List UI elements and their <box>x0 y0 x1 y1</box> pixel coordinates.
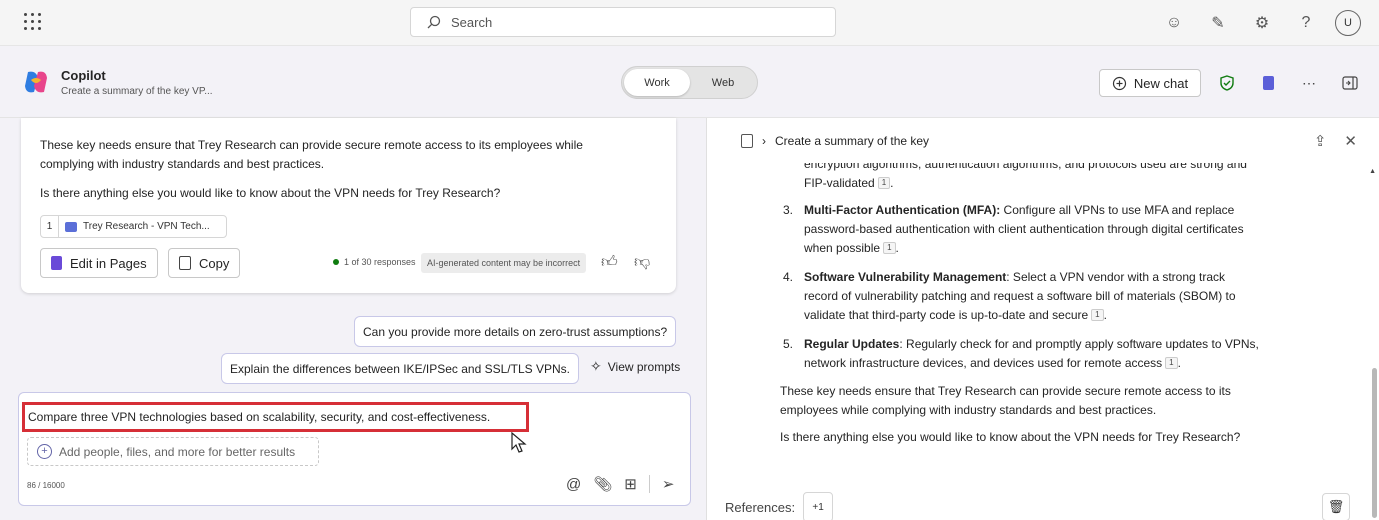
followup-question: Is there anything else you would like to… <box>780 430 1241 444</box>
copilot-response-card: These key needs ensure that Trey Researc… <box>21 118 676 293</box>
response-paragraph-1: These key needs ensure that Trey Researc… <box>40 138 583 171</box>
response-paragraph-2: Is there anything else you would like to… <box>40 186 501 200</box>
help-icon[interactable]: ? <box>1291 9 1321 37</box>
fip-line: FIP-validated 1. <box>804 176 894 190</box>
thumbs-down-icon[interactable]: 👎︎ <box>634 253 650 272</box>
list-item-mfa-line3: when possible 1. <box>804 241 899 255</box>
list-number-3: 3. <box>783 203 794 217</box>
feedback-smiley-icon[interactable]: ☺ <box>1159 9 1189 37</box>
toggle-web[interactable]: Web <box>690 69 756 96</box>
avatar[interactable]: U <box>1335 10 1361 36</box>
list-item-updates: Regular Updates: Regularly check for and… <box>804 337 1259 351</box>
add-context-button[interactable]: + Add people, files, and more for better… <box>27 437 319 466</box>
mouse-cursor-icon <box>511 431 527 459</box>
copilot-logo-icon <box>25 71 47 93</box>
status-dot-icon <box>333 259 339 265</box>
citation-number: 1 <box>41 216 59 237</box>
notebook-icon <box>741 134 753 148</box>
list-number-4: 4. <box>783 270 794 284</box>
add-context-label: Add people, files, and more for better r… <box>59 444 296 459</box>
app-header: Copilot Create a summary of the key VP..… <box>0 46 1379 118</box>
scrollbar-thumb[interactable] <box>1372 368 1377 518</box>
citation-ref[interactable]: 1 <box>877 177 891 189</box>
view-prompts-button[interactable]: ✧ View prompts <box>590 358 680 375</box>
new-chat-button[interactable]: New chat <box>1099 69 1201 97</box>
work-web-toggle[interactable]: Work Web <box>621 66 758 99</box>
toggle-work[interactable]: Work <box>624 69 690 96</box>
references-row: References: +1 <box>725 492 834 520</box>
pages-icon[interactable] <box>1257 72 1279 94</box>
references-more-button[interactable]: +1 <box>803 492 834 520</box>
list-item-vuln-line2: record of vulnerability patching and req… <box>804 289 1236 303</box>
pane-content: encryption algorithms, authentication al… <box>707 154 1379 474</box>
more-options-icon[interactable]: ⋯ <box>1298 72 1320 94</box>
side-panel-icon[interactable] <box>1339 72 1361 94</box>
app-launcher-icon[interactable] <box>24 13 42 31</box>
citation-ref[interactable]: 1 <box>1091 309 1104 321</box>
chat-area: These key needs ensure that Trey Researc… <box>0 118 706 520</box>
suggestion-ike-vs-ssl[interactable]: Explain the differences between IKE/IPSe… <box>221 353 579 384</box>
message-input[interactable]: Compare three VPN technologies based on … <box>22 402 529 432</box>
copy-icon <box>179 256 191 270</box>
pages-pane: › Create a summary of the key ⇪ ✕ encryp… <box>706 118 1379 520</box>
close-icon[interactable]: ✕ <box>1344 132 1357 150</box>
list-item-mfa: Multi-Factor Authentication (MFA): Confi… <box>804 203 1235 217</box>
delete-icon[interactable]: 🗑︎ <box>1322 493 1350 520</box>
chevron-right-icon[interactable]: › <box>762 134 766 148</box>
citation-label: Trey Research - VPN Tech... <box>83 221 210 232</box>
attach-icon[interactable]: 📎︎ <box>593 475 612 493</box>
thumbs-up-icon[interactable]: 👍︎ <box>601 253 618 272</box>
response-counter[interactable]: 1 of 30 responses <box>333 257 416 267</box>
response-count-text: 1 of 30 responses <box>344 257 416 267</box>
cut-text-line: encryption algorithms, authentication al… <box>804 157 1247 171</box>
pages-icon <box>51 256 62 270</box>
view-prompts-label: View prompts <box>607 359 681 374</box>
conversation-subtitle: Create a summary of the key VP... <box>61 86 213 97</box>
list-number-5: 5. <box>783 337 794 351</box>
toolbar-divider <box>648 475 650 493</box>
apps-icon[interactable]: ⊞ <box>624 475 637 493</box>
top-bar: Search ☺ ✎ ⚙ ? U <box>0 0 1379 46</box>
edit-in-pages-button[interactable]: Edit in Pages <box>40 248 158 278</box>
search-placeholder: Search <box>451 14 493 30</box>
send-icon[interactable]: ➢ <box>662 475 675 493</box>
message-composer[interactable]: Compare three VPN technologies based on … <box>18 392 691 506</box>
list-item-vuln-line3: validate that third-party code is up-to-… <box>804 308 1107 322</box>
citation-ref[interactable]: 1 <box>1165 357 1178 369</box>
copy-button[interactable]: Copy <box>168 248 241 278</box>
citation-chip[interactable]: 1 Trey Research - VPN Tech... <box>40 215 227 238</box>
summary-line-2: employees while complying with industry … <box>780 403 1157 417</box>
app-title: Copilot <box>61 68 106 83</box>
list-item-updates-line2: network infrastructure devices, and devi… <box>804 356 1181 370</box>
character-counter: 86 / 16000 <box>27 481 65 490</box>
suggestion-zero-trust[interactable]: Can you provide more details on zero-tru… <box>354 316 677 347</box>
edit-in-pages-label: Edit in Pages <box>70 255 147 271</box>
list-item-vuln: Software Vulnerability Management: Selec… <box>804 270 1226 284</box>
new-chat-icon <box>1112 76 1126 90</box>
document-icon <box>65 221 77 232</box>
copy-label: Copy <box>199 255 230 271</box>
mention-icon[interactable]: @ <box>566 476 581 493</box>
search-icon <box>427 15 441 29</box>
citation-ref[interactable]: 1 <box>883 242 896 254</box>
search-box[interactable]: Search <box>410 7 836 37</box>
announcements-icon[interactable]: ✎ <box>1203 9 1233 37</box>
prompts-icon: ✧ <box>590 358 602 374</box>
references-label: References: <box>725 499 796 515</box>
list-item-mfa-line2: password-based authentication with clien… <box>804 222 1244 236</box>
pane-header: › Create a summary of the key <box>741 134 929 148</box>
scroll-up-arrow-icon[interactable]: ▲ <box>1369 168 1376 175</box>
summary-line-1: These key needs ensure that Trey Researc… <box>780 384 1231 398</box>
share-icon[interactable]: ⇪ <box>1314 132 1327 150</box>
add-icon: + <box>37 444 52 459</box>
new-chat-label: New chat <box>1133 75 1189 91</box>
ai-disclaimer-badge: AI-generated content may be incorrect <box>421 253 587 273</box>
settings-gear-icon[interactable]: ⚙ <box>1247 9 1277 37</box>
shield-check-icon[interactable] <box>1216 72 1238 94</box>
pane-title: Create a summary of the key <box>775 134 930 148</box>
